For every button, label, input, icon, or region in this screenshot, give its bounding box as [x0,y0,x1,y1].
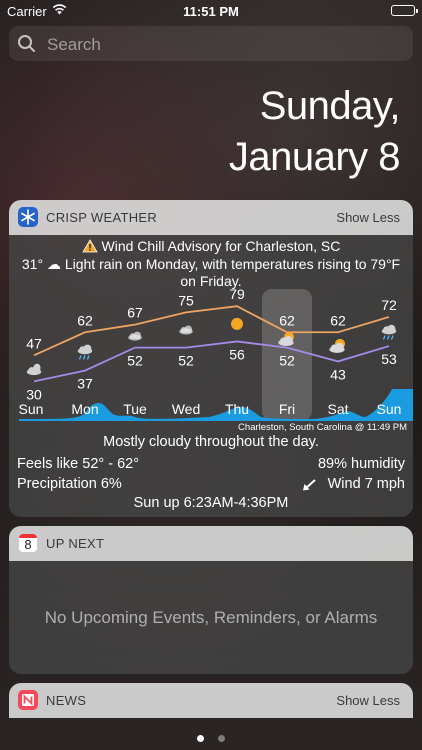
status-bar: Carrier 11:51 PM [0,0,422,22]
day-label-sun[interactable]: Sun [377,401,402,417]
cloud-icon [179,325,193,335]
day-label-fri[interactable]: Fri [279,401,295,417]
news-header: NEWS Show Less [9,683,413,718]
high-temp-label: 62 [279,312,295,328]
low-temp-label: 56 [229,346,245,362]
location-timestamp: Charleston, South Carolina @ 11:49 PM [238,422,407,433]
calendar-icon: 8 [18,533,38,553]
news-title: NEWS [46,693,87,708]
partly-cloudy-icon [329,338,345,353]
no-events-message: No Upcoming Events, Reminders, or Alarms [44,607,378,627]
day-label-tue[interactable]: Tue [123,401,147,417]
day-label-sat[interactable]: Sat [327,401,348,417]
precipitation: Precipitation 6% [17,476,122,492]
low-temp-label: 53 [381,351,397,367]
weather-widget-body[interactable]: Wind Chill Advisory for Charleston, SC 3… [9,235,413,517]
sun-times: Sun up 6:23AM-4:36PM [133,495,289,511]
low-temp-label: 52 [127,353,143,369]
low-temp-label: 52 [279,353,295,369]
up-next-title: UP NEXT [46,536,105,551]
forecast-summary: 31° ☁ Light rain on Monday, with tempera… [21,256,401,289]
high-temp-label: 67 [127,305,143,321]
low-temp-label: 43 [330,366,346,382]
day-label-sun[interactable]: Sun [19,401,44,417]
up-next-header: 8 UP NEXT [9,526,413,561]
battery-icon [391,5,418,16]
low-temp-label: 52 [178,353,194,369]
up-next-widget: 8 UP NEXT No Upcoming Events, Reminders,… [9,526,413,674]
sun-icon [231,317,243,330]
high-temp-label: 47 [26,335,42,351]
date-weekday: Sunday, [259,84,401,128]
weather-show-less-button[interactable]: Show Less [336,210,400,225]
feels-like: Feels like 52° - 62° [17,456,140,472]
warning-icon [81,239,98,253]
page-indicator[interactable] [0,729,422,747]
advisory-text: Wind Chill Advisory for Charleston, SC [101,238,341,254]
high-temp-label: 62 [330,312,346,328]
advisory-line: Wind Chill Advisory for Charleston, SC [9,238,413,254]
low-temp-label: 30 [26,386,42,402]
high-temp-label: 79 [229,289,245,302]
page-dot-1[interactable] [196,735,204,742]
up-next-body[interactable]: No Upcoming Events, Reminders, or Alarms [9,561,413,674]
date-month-day: January 8 [228,135,401,179]
cloud-icon [128,331,142,341]
search-bar[interactable] [9,26,413,61]
low-temp-label: 37 [77,376,93,392]
day-description: Mostly cloudy throughout the day. [103,434,319,450]
weather-widget-header: CRISP WEATHER Show Less [9,200,413,235]
day-label-mon[interactable]: Mon [71,401,98,417]
rain-cloud-icon [381,324,397,340]
forecast-chart[interactable]: 4730Sun6237Mon6752Tue7552Wed7956Thu6252F… [9,289,413,434]
high-temp-label: 72 [381,297,397,313]
weather-widget-title: CRISP WEATHER [46,210,158,225]
news-app-icon [18,690,38,710]
clock-time: 11:51 PM [183,4,239,19]
weather-widget: CRISP WEATHER Show Less Wind Chill Advis… [9,200,413,517]
high-temp-label: 75 [178,292,194,308]
calendar-day-number: 8 [24,537,32,552]
high-temp-label: 62 [77,312,93,328]
day-label-thu[interactable]: Thu [225,401,249,417]
news-widget: NEWS Show Less [9,683,413,719]
snowflake-icon [18,207,38,227]
news-show-less-button[interactable]: Show Less [336,693,400,708]
page-dot-2[interactable] [218,735,226,742]
search-icon [17,34,36,58]
wind-speed: Wind 7 mph [327,476,405,492]
wind-direction-icon [302,478,316,496]
partly-cloudy-night-icon [26,363,42,376]
rain-cloud-icon [77,344,93,360]
humidity: 89% humidity [317,456,405,472]
search-input[interactable] [45,30,399,59]
day-label-wed[interactable]: Wed [172,401,201,417]
